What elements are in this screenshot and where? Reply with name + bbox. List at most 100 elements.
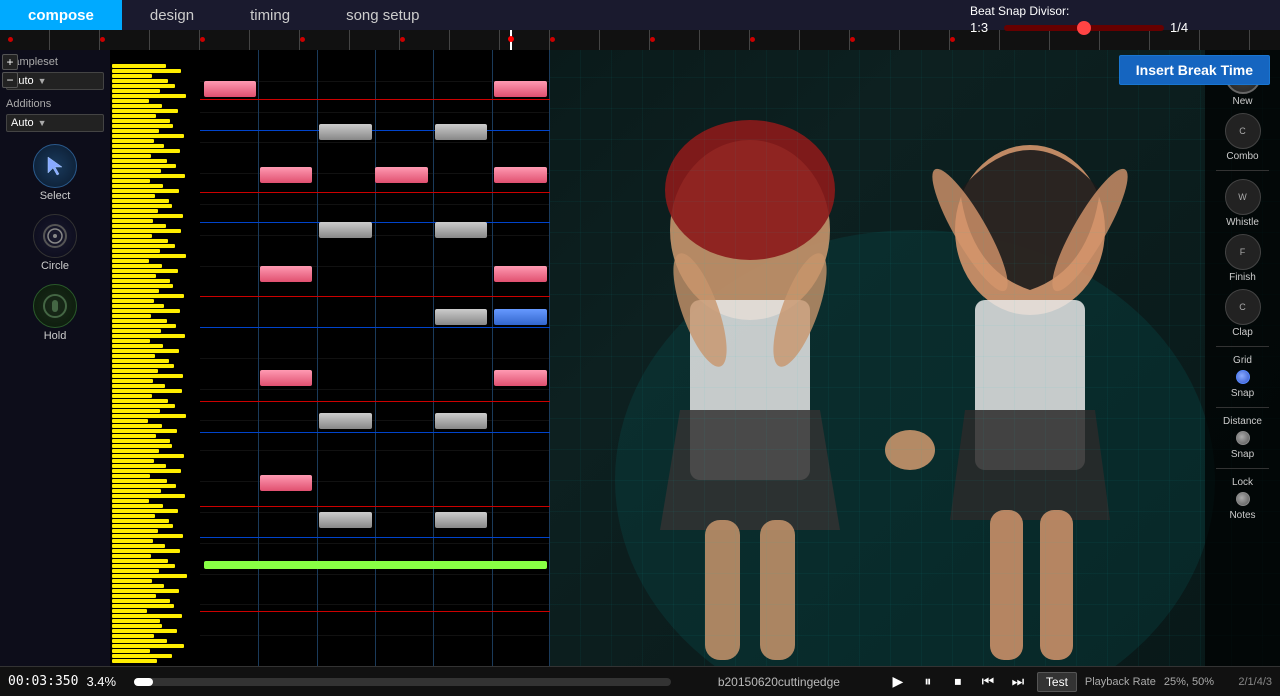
clap-tool-label: Clap (1232, 327, 1253, 338)
distance-radio[interactable] (1236, 431, 1250, 445)
hit-note[interactable] (435, 222, 488, 238)
waveform-bar (112, 69, 181, 73)
notes-label: Notes (1229, 510, 1255, 521)
waveform-bar (112, 89, 160, 93)
additions-dropdown-icon: ▼ (38, 118, 47, 128)
grid-tool[interactable]: Grid Snap (1209, 355, 1276, 399)
combo-icon: C (1225, 113, 1261, 149)
additions-label: Additions (6, 98, 104, 110)
sampleset-select[interactable]: Auto ▼ (6, 72, 104, 90)
waveform-bar (112, 584, 164, 588)
timeline-dot (400, 37, 405, 42)
prev-button[interactable]: ⏮ (977, 671, 999, 693)
waveform-bar (112, 589, 179, 593)
hit-note[interactable] (494, 81, 547, 97)
combo-tool[interactable]: C Combo (1209, 113, 1276, 162)
next-button[interactable]: ⏭ (1007, 671, 1029, 693)
progress-fill (134, 678, 152, 686)
circuit-background (550, 30, 1280, 666)
select-tool[interactable]: Select (6, 144, 104, 202)
test-button[interactable]: Test (1037, 672, 1077, 692)
waveform-bar (112, 634, 154, 638)
pause-button[interactable]: ⏸ (917, 671, 939, 693)
waveform-bar (112, 169, 161, 173)
hit-note[interactable] (494, 167, 547, 183)
insert-break-time-button[interactable]: Insert Break Time (1119, 55, 1270, 85)
hit-note[interactable] (494, 266, 547, 282)
additions-select[interactable]: Auto ▼ (6, 114, 104, 132)
waveform-bar (112, 449, 159, 453)
timeline-dot (200, 37, 205, 42)
play-button[interactable]: ▶ (887, 671, 909, 693)
stop-button[interactable]: ⏹ (947, 671, 969, 693)
hold-icon (33, 284, 77, 328)
grid-radio[interactable] (1236, 370, 1250, 384)
zoom-in-button[interactable]: + (2, 54, 18, 70)
waveform-bar (112, 269, 178, 273)
whistle-tool[interactable]: W Whistle (1209, 179, 1276, 228)
waveform-bar (112, 649, 150, 653)
beat-snap-slider[interactable] (1004, 25, 1164, 31)
clap-tool[interactable]: C Clap (1209, 289, 1276, 338)
waveform-bar (112, 244, 175, 248)
hold-tool[interactable]: Hold (6, 284, 104, 342)
hit-note[interactable] (260, 266, 313, 282)
waveform-bar (112, 174, 185, 178)
waveform-bar (112, 479, 167, 483)
hit-note[interactable] (319, 413, 372, 429)
timeline-dot (100, 37, 105, 42)
bottom-bar: 00:03:350 3.4% b20150620cuttingedge ▶ ⏸ … (0, 666, 1280, 696)
lock-tool[interactable]: Lock Notes (1209, 477, 1276, 521)
hit-note[interactable] (260, 167, 313, 183)
progress-bar[interactable] (134, 678, 670, 686)
hit-note[interactable] (260, 370, 313, 386)
tab-timing[interactable]: timing (222, 0, 318, 30)
waveform-bar (112, 504, 163, 508)
timeline-dot (8, 37, 13, 42)
waveform-bar (112, 129, 159, 133)
waveform-bar (112, 179, 150, 183)
waveform-bar (112, 459, 154, 463)
finish-tool[interactable]: F Finish (1209, 234, 1276, 283)
distance-label: Distance (1223, 416, 1262, 427)
editor-grid[interactable] (200, 50, 550, 666)
circle-icon (33, 214, 77, 258)
waveform-bar (112, 209, 158, 213)
waveform-bar (112, 254, 186, 258)
tab-song-setup[interactable]: song setup (318, 0, 447, 30)
waveform-bar (112, 599, 170, 603)
waveform-bar (112, 564, 175, 568)
new-tool-label: New (1232, 96, 1252, 107)
hit-note[interactable] (260, 475, 313, 491)
hit-note[interactable] (494, 309, 547, 325)
hit-note[interactable] (319, 512, 372, 528)
waveform-bar (112, 359, 169, 363)
waveform-bar (112, 389, 182, 393)
hit-note[interactable] (435, 309, 488, 325)
hit-note[interactable] (435, 413, 488, 429)
hit-note[interactable] (319, 124, 372, 140)
beat-snap-area: Beat Snap Divisor: 1:3 1/4 (960, 0, 1280, 60)
grid-label: Grid (1233, 355, 1252, 366)
tab-compose[interactable]: compose (0, 0, 122, 30)
waveform-bars (110, 50, 200, 666)
hit-note[interactable] (494, 370, 547, 386)
hit-note[interactable] (435, 512, 488, 528)
hit-note[interactable] (375, 167, 428, 183)
waveform-bar (112, 104, 162, 108)
waveform-bar (112, 354, 155, 358)
hit-note[interactable] (204, 81, 257, 97)
waveform-bar (112, 609, 147, 613)
lock-radio[interactable] (1236, 492, 1250, 506)
zoom-out-button[interactable]: − (2, 72, 18, 88)
waveform-bar (112, 339, 150, 343)
waveform-bar (112, 594, 156, 598)
circle-tool[interactable]: Circle (6, 214, 104, 272)
hit-note[interactable] (319, 222, 372, 238)
waveform-bar (112, 384, 165, 388)
whistle-icon: W (1225, 179, 1261, 215)
hit-note[interactable] (435, 124, 488, 140)
song-name: b20150620cuttingedge (679, 675, 879, 689)
distance-snap-tool[interactable]: Distance Snap (1209, 416, 1276, 460)
tab-design[interactable]: design (122, 0, 222, 30)
